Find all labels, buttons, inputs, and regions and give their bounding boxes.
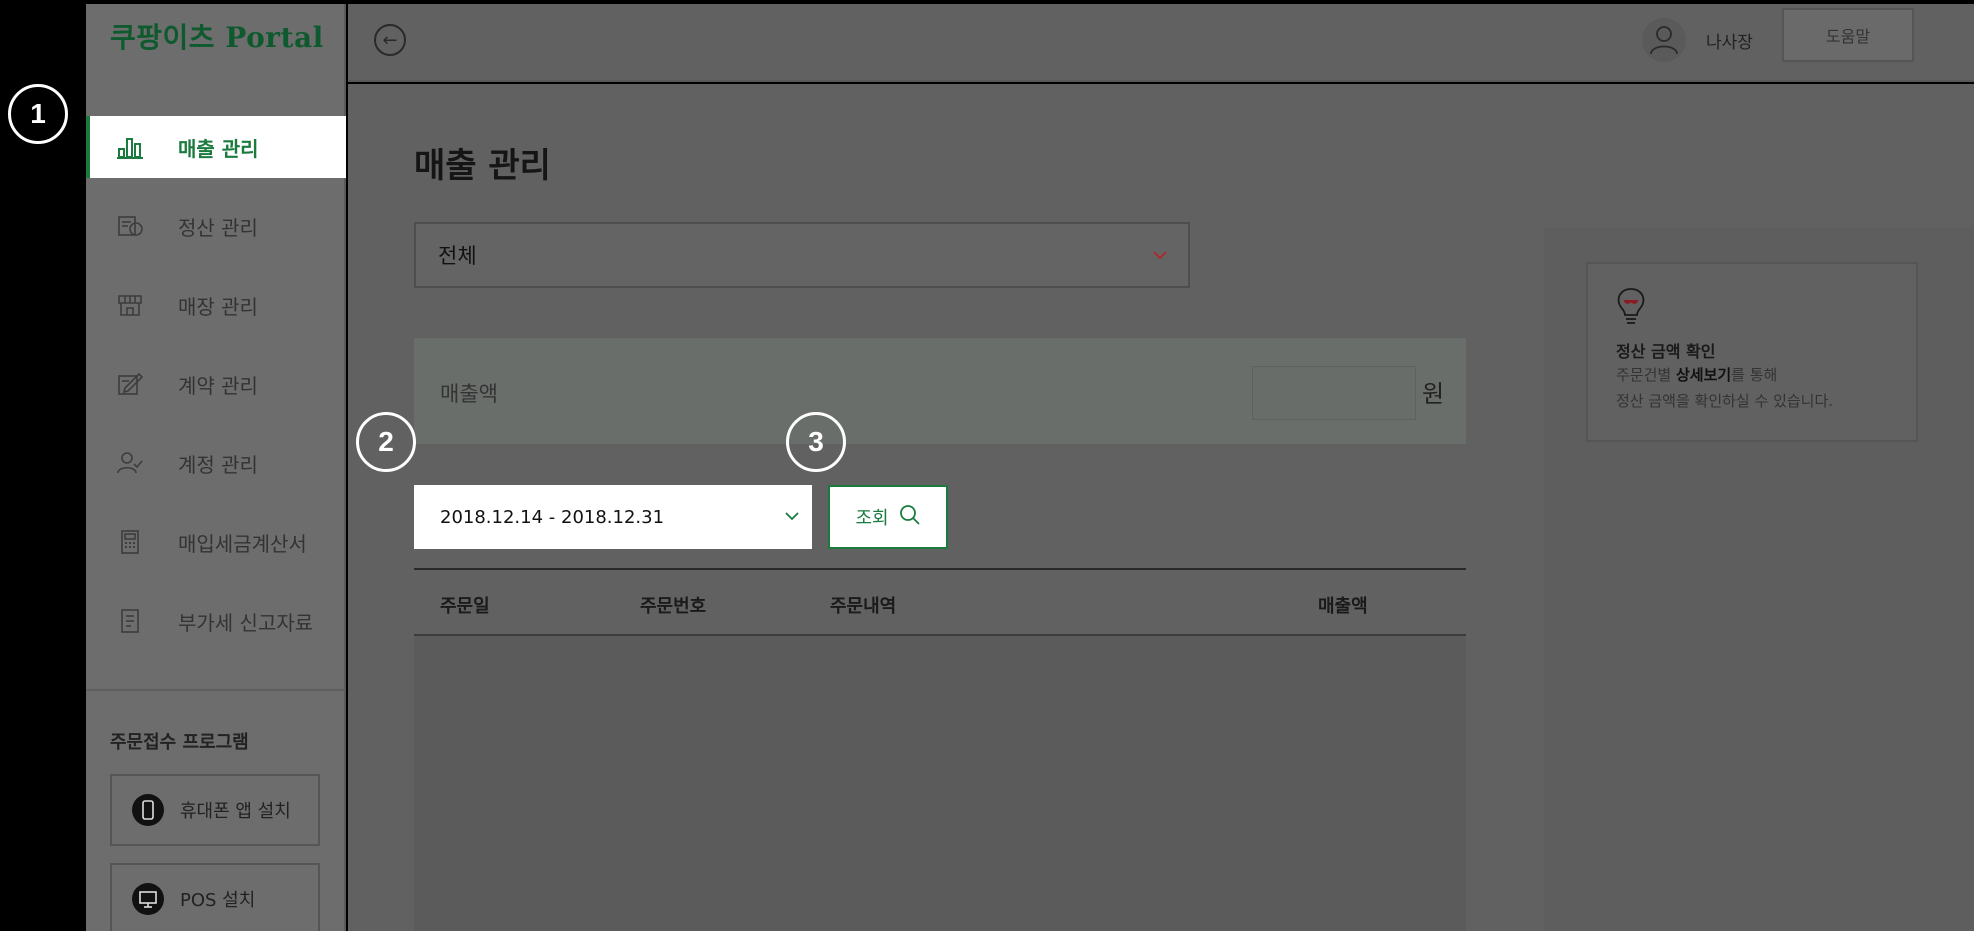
tip-card: 정산 금액 확인 주문건별 상세보기를 통해 정산 금액을 확인하실 수 있습니… — [1586, 262, 1918, 442]
collapse-sidebar-button[interactable]: ← — [374, 24, 406, 56]
sidebar: 쿠팡이츠 Portal 매출 관리 정산 관리 매장 관리 계약 관리 계정 관… — [86, 4, 346, 931]
search-button-label: 조회 — [855, 508, 889, 529]
search-button[interactable]: 조회 — [828, 485, 948, 549]
tip-text-suffix: 를 통해 — [1731, 366, 1778, 384]
column-sales-amount[interactable]: 매출액 — [1318, 592, 1368, 618]
app-logo[interactable]: 쿠팡이츠 Portal — [110, 16, 324, 56]
sidebar-nav: 매출 관리 정산 관리 매장 관리 계약 관리 계정 관리 매입세금계산서 부가… — [86, 116, 346, 669]
sidebar-item-label: 매출 관리 — [178, 136, 259, 161]
help-button[interactable]: 도움말 — [1782, 8, 1914, 62]
avatar[interactable] — [1642, 18, 1686, 62]
sales-table: 주문일 주문번호 주문내역 매출액 — [414, 568, 1466, 931]
account-icon — [116, 449, 144, 477]
sales-unit: 원 — [1422, 380, 1445, 408]
sidebar-item-contract[interactable]: 계약 관리 — [86, 353, 346, 415]
settlement-icon — [116, 212, 144, 240]
store-select[interactable]: 전체 — [414, 222, 1190, 288]
install-phone-app-button[interactable]: 휴대폰 앱 설치 — [110, 774, 320, 846]
install-phone-app-label: 휴대폰 앱 설치 — [180, 801, 291, 822]
search-icon — [899, 504, 921, 531]
bar-chart-icon — [116, 133, 144, 161]
date-range-value: 2018.12.14 - 2018.12.31 — [440, 506, 665, 528]
sales-label: 매출액 — [440, 382, 498, 406]
document-icon — [116, 607, 144, 635]
install-pos-label: POS 설치 — [180, 890, 256, 911]
sidebar-item-settlement[interactable]: 정산 관리 — [86, 195, 346, 257]
chevron-down-icon — [1152, 244, 1168, 265]
tip-text-prefix: 주문건별 — [1616, 366, 1676, 384]
sidebar-item-sales[interactable]: 매출 관리 — [86, 116, 346, 178]
table-header-row: 주문일 주문번호 주문내역 매출액 — [414, 570, 1466, 636]
sales-summary: 매출액 원 — [414, 338, 1466, 444]
callout-1: 1 — [8, 84, 68, 144]
tip-text-line-2: 정산 금액을 확인하실 수 있습니다. — [1616, 392, 1834, 410]
monitor-icon — [132, 883, 164, 915]
sidebar-item-tax-invoice[interactable]: 매입세금계산서 — [86, 511, 346, 573]
sidebar-divider — [86, 689, 346, 691]
sidebar-item-label: 계정 관리 — [178, 452, 258, 477]
program-section-title: 주문접수 프로그램 — [110, 732, 249, 753]
phone-icon — [132, 794, 164, 826]
lightbulb-icon — [1614, 286, 1648, 326]
install-pos-button[interactable]: POS 설치 — [110, 863, 320, 931]
store-icon — [116, 291, 144, 319]
sidebar-item-label: 정산 관리 — [178, 215, 258, 240]
contract-icon — [116, 370, 144, 398]
tip-text-line-1: 주문건별 상세보기를 통해 — [1616, 364, 1777, 385]
page-title: 매출 관리 — [414, 146, 551, 186]
sidebar-item-label: 계약 관리 — [178, 373, 258, 398]
sidebar-item-label: 매입세금계산서 — [178, 531, 307, 556]
tip-title: 정산 금액 확인 — [1616, 342, 1716, 361]
chevron-down-icon — [784, 505, 800, 526]
sidebar-item-store[interactable]: 매장 관리 — [86, 274, 346, 336]
sidebar-item-label: 부가세 신고자료 — [178, 610, 314, 635]
sidebar-item-account[interactable]: 계정 관리 — [86, 432, 346, 494]
calculator-icon — [116, 528, 144, 556]
top-header: ← 나사장 도움말 — [348, 4, 1974, 82]
callout-3: 3 — [786, 412, 846, 472]
column-order-date[interactable]: 주문일 — [440, 592, 490, 618]
user-name[interactable]: 나사장 — [1706, 28, 1753, 53]
sidebar-item-label: 매장 관리 — [178, 294, 258, 319]
column-order-details[interactable]: 주문내역 — [830, 592, 896, 618]
date-range-picker[interactable]: 2018.12.14 - 2018.12.31 — [414, 485, 812, 549]
tip-text-bold: 상세보기 — [1675, 366, 1732, 384]
store-select-value: 전체 — [438, 244, 477, 268]
arrow-left-icon: ← — [382, 29, 398, 51]
right-panel: 정산 금액 확인 주문건별 상세보기를 통해 정산 금액을 확인하실 수 있습니… — [1544, 228, 1974, 931]
column-order-number[interactable]: 주문번호 — [640, 592, 706, 618]
sidebar-item-vat-report[interactable]: 부가세 신고자료 — [86, 590, 346, 652]
callout-2: 2 — [356, 412, 416, 472]
sales-value — [1252, 366, 1416, 420]
